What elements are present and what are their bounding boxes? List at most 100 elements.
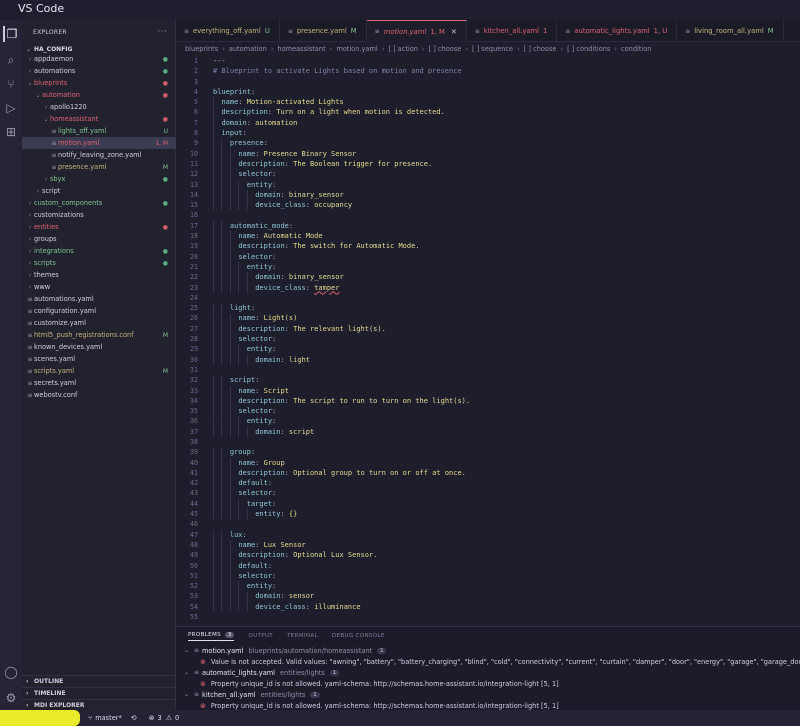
extensions-icon[interactable]: ⊞ <box>3 124 19 140</box>
tree-item-label: automations.yaml <box>34 295 94 303</box>
git-status-badge: M <box>162 163 168 171</box>
branch-indicator[interactable]: ⑂ master* <box>88 714 122 722</box>
breadcrumb-item[interactable]: [ ] choose <box>429 45 462 53</box>
settings-gear-icon[interactable]: ⚙ <box>3 690 19 706</box>
remote-indicator[interactable] <box>0 710 80 726</box>
tree-folder[interactable]: › integrations ● <box>22 245 176 257</box>
sidebar-section-timeline[interactable]: › TIMELINE <box>22 687 176 699</box>
tree-file[interactable]: ≡ customize.yaml <box>22 317 176 329</box>
breadcrumb-item[interactable]: automation <box>229 45 267 53</box>
tree-file[interactable]: ≡ presence.yaml M <box>22 161 176 173</box>
breadcrumb-item[interactable]: motion.yaml <box>336 45 377 53</box>
tree-file[interactable]: ≡ scenes.yaml <box>22 353 176 365</box>
code-line: 11 description: The Boolean trigger for p… <box>176 159 800 169</box>
git-status-badge: ● <box>162 259 168 267</box>
tab-presence-yaml[interactable]: ≡ presence.yaml M <box>280 20 367 42</box>
run-debug-icon[interactable]: ▷ <box>3 100 19 116</box>
tree-file[interactable]: ≡ scripts.yaml M <box>22 365 176 377</box>
sync-button[interactable]: ⟲ <box>131 714 140 722</box>
line-number: 7 <box>194 118 198 127</box>
tree-file[interactable]: ≡ automations.yaml <box>22 293 176 305</box>
line-number: 17 <box>190 221 198 230</box>
tree-file[interactable]: ≡ lights_off.yaml U <box>22 125 176 137</box>
chevron-right-icon: › <box>36 187 40 195</box>
tree-folder[interactable]: › sbyx ● <box>22 173 176 185</box>
sidebar-section-outline[interactable]: › OUTLINE <box>22 675 176 687</box>
tree-file[interactable]: ≡ configuration.yaml <box>22 305 176 317</box>
tree-item-label: secrets.yaml <box>34 379 77 387</box>
tree-file[interactable]: ≡ known_devices.yaml <box>22 341 176 353</box>
panel-tab-debug-console[interactable]: DEBUG CONSOLE <box>332 633 385 639</box>
tree-file[interactable]: ≡ html5_push_registrations.conf M <box>22 329 176 341</box>
search-icon[interactable]: ⌕ <box>3 52 19 68</box>
tab-motion-yaml[interactable]: ≡ motion.yaml 1, M ✕ <box>366 20 467 42</box>
code-line: 19 description: The switch for Automatic … <box>176 241 800 251</box>
line-number: 27 <box>190 324 198 333</box>
file-icon: ≡ <box>27 319 33 327</box>
tab-living_room_all-yaml[interactable]: ≡ living_room_all.yaml M <box>677 20 784 42</box>
line-number: 43 <box>190 489 198 498</box>
explorer-icon[interactable]: ❐ <box>3 26 19 42</box>
line-content: name: Automatic Mode <box>238 232 323 241</box>
yaml-key: device_class <box>255 283 306 292</box>
tree-folder[interactable]: › apollo1220 <box>22 101 176 113</box>
close-icon[interactable]: ✕ <box>451 28 457 36</box>
problem-file-row[interactable]: ⌄ ≡ automatic_lights.yaml entities/lights 1 <box>176 667 800 678</box>
line-number: 18 <box>190 232 198 241</box>
problem-file-row[interactable]: ⌄ ≡ motion.yaml blueprints/automation/homea… <box>176 645 800 656</box>
line-content: name: Lux Sensor <box>238 540 306 549</box>
yaml-key: description <box>238 551 285 560</box>
line-number: 16 <box>190 211 198 220</box>
breadcrumb-item[interactable]: [ ] action <box>388 45 418 53</box>
tree-folder[interactable]: › scripts ● <box>22 257 176 269</box>
breadcrumb-item[interactable]: [ ] choose <box>524 45 557 53</box>
tree-folder[interactable]: › groups <box>22 233 176 245</box>
tree-file[interactable]: ≡ notify_leaving_zone.yaml <box>22 149 176 161</box>
tree-folder[interactable]: › custom_components ● <box>22 197 176 209</box>
tree-folder[interactable]: ⌄ homeassistant ● <box>22 113 176 125</box>
tree-file[interactable]: ≡ motion.yaml 1, M <box>22 137 176 149</box>
chevron-down-icon: ⌄ <box>184 647 190 654</box>
tree-folder[interactable]: ⌄ automation ● <box>22 89 176 101</box>
tree-folder[interactable]: › automations ● <box>22 65 176 77</box>
panel-tab-terminal[interactable]: TERMINAL <box>287 633 318 639</box>
tree-folder[interactable]: › entities ● <box>22 221 176 233</box>
tree-file[interactable]: ≡ secrets.yaml <box>22 377 176 389</box>
more-actions-icon[interactable]: ··· <box>158 27 167 37</box>
breadcrumb-item[interactable]: [ ] conditions <box>567 45 610 53</box>
yaml-value: The Boolean trigger for presence. <box>293 159 433 168</box>
tree-folder[interactable]: › www <box>22 281 176 293</box>
tab-automatic_lights-yaml[interactable]: ≡ automatic_lights.yaml 1, U <box>557 20 678 42</box>
tab-everything_off-yaml[interactable]: ≡ everything_off.yaml U <box>176 20 280 42</box>
tree-folder[interactable]: › customizations <box>22 209 176 221</box>
code-line: 1 --- <box>176 56 800 66</box>
problem-file-row[interactable]: ⌄ ≡ kitchen_all.yaml entities/lights 1 <box>176 689 800 700</box>
code-line: 29 entity: <box>176 344 800 354</box>
source-control-icon[interactable]: ⑂ <box>3 76 19 92</box>
account-icon[interactable]: ◯ <box>3 664 19 680</box>
problem-message-row[interactable]: ⊗ Property unique_id is not allowed. yaml… <box>176 678 800 689</box>
tab-kitchen_all-yaml[interactable]: ≡ kitchen_all.yaml 1 <box>467 20 558 42</box>
breadcrumb-item[interactable]: [ ] sequence <box>472 45 513 53</box>
tree-item-label: blueprints <box>34 79 68 87</box>
tree-folder[interactable]: › appdaemon ● <box>22 53 176 65</box>
yaml-key: domain <box>255 355 281 364</box>
explorer-header: EXPLORER ··· <box>22 20 175 44</box>
yaml-key: name <box>238 149 256 158</box>
code-editor[interactable]: 1 --- 2 # Blueprint to activate Lights base… <box>176 56 800 646</box>
problem-file-path: blueprints/automation/homeassistant <box>248 646 373 655</box>
tree-folder[interactable]: › themes <box>22 269 176 281</box>
panel-tab-output[interactable]: OUTPUT <box>248 633 273 639</box>
panel-tab-problems[interactable]: PROBLEMS 3 <box>188 631 235 641</box>
breadcrumb-item[interactable]: condition <box>621 45 652 53</box>
tree-file[interactable]: ≡ webostv.conf <box>22 389 176 401</box>
breadcrumb-item[interactable]: homeassistant <box>277 45 325 53</box>
tree-folder[interactable]: ⌄ blueprints ● <box>22 77 176 89</box>
yaml-value: light <box>288 355 310 364</box>
tree-folder[interactable]: › script <box>22 185 176 197</box>
problems-indicator[interactable]: ⊗ 3 ⚠ 0 <box>149 714 180 722</box>
chevron-down-icon: ⌄ <box>26 45 32 53</box>
breadcrumb-item[interactable]: blueprints <box>185 45 218 53</box>
yaml-file-icon: ≡ <box>685 27 691 35</box>
problem-message-row[interactable]: ⊗ Value is not accepted. Valid values: "a… <box>176 656 800 667</box>
